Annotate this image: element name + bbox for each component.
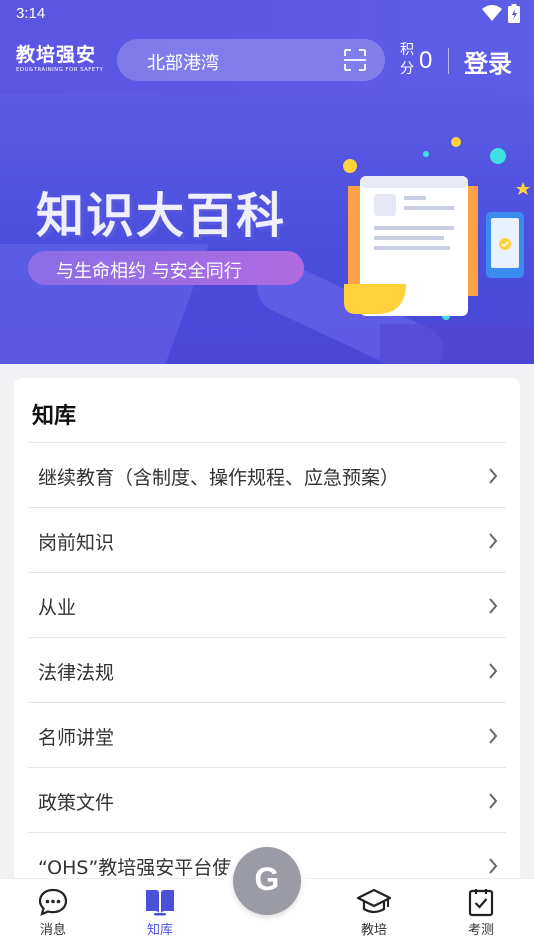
banner-title: 知识大百科: [36, 188, 287, 244]
list-item-label: 法律法规: [38, 662, 115, 684]
nav-label: 知库: [146, 923, 173, 938]
list-item-label: 政策文件: [38, 792, 115, 814]
logo-text: 教培强安: [16, 44, 97, 66]
nav-label: 考测: [467, 923, 494, 938]
list-item-laws-regulations[interactable]: 法律法规: [28, 638, 506, 703]
status-time: 3:14: [16, 5, 46, 22]
list-item-master-lectures[interactable]: 名师讲堂: [28, 703, 506, 768]
banner-slogan-text: 与生命相约 与安全同行: [56, 261, 242, 282]
list-item-employment[interactable]: 从业: [28, 573, 506, 638]
location-search-bar[interactable]: 北部港湾: [117, 39, 385, 81]
logo-subtext: EDU&TRAINING FOR SAFETY: [16, 67, 104, 73]
battery-icon: [508, 4, 520, 23]
knowledge-list: 继续教育（含制度、操作规程、应急预案） 岗前知识 从业 法律法规 名师讲堂 政策…: [28, 443, 506, 898]
points-label: 积分: [400, 42, 414, 77]
nav-label: 消息: [39, 923, 66, 938]
nav-item-messages[interactable]: 消息: [23, 887, 83, 938]
chevron-right-icon: [489, 468, 498, 484]
wifi-icon: [482, 5, 502, 21]
banner-slogan: 与生命相约 与安全同行: [28, 251, 304, 285]
chevron-right-icon: [489, 533, 498, 549]
list-item-continuing-education[interactable]: 继续教育（含制度、操作规程、应急预案）: [28, 443, 506, 508]
top-header: 3:14 教培强安 EDU&TRAINING FOR SAFETY 北部港湾 积…: [0, 0, 534, 94]
list-item-policy-documents[interactable]: 政策文件: [28, 768, 506, 833]
status-bar: 3:14: [0, 0, 534, 28]
list-item-pre-job-knowledge[interactable]: 岗前知识: [28, 508, 506, 573]
knowledge-heading: 知库: [32, 403, 77, 429]
clipboard-check-icon: [468, 889, 494, 917]
login-button[interactable]: 登录: [464, 44, 512, 79]
list-item-label: 从业: [38, 597, 77, 619]
chevron-right-icon: [489, 663, 498, 679]
message-icon: [38, 888, 68, 916]
list-item-label: 名师讲堂: [38, 727, 115, 749]
nav-item-training[interactable]: 教培: [344, 887, 404, 938]
nav-label: 教培: [360, 923, 387, 938]
points-value: 0: [419, 47, 433, 74]
header-divider: [448, 48, 449, 74]
search-location-text: 北部港湾: [147, 53, 219, 74]
nav-item-exams[interactable]: 考测: [451, 887, 511, 938]
graduation-cap-icon: [356, 888, 392, 914]
nav-item-knowledge[interactable]: 知库: [130, 887, 190, 938]
scan-icon[interactable]: [343, 48, 367, 72]
book-icon: [146, 890, 174, 916]
banner[interactable]: 知识大百科 与生命相约 与安全同行: [0, 94, 534, 364]
document-illustration: [343, 137, 530, 320]
fab-label: G: [254, 861, 280, 897]
chevron-right-icon: [489, 598, 498, 614]
chevron-right-icon: [489, 728, 498, 744]
chevron-right-icon: [489, 858, 498, 874]
list-item-label: 继续教育（含制度、操作规程、应急预案）: [38, 467, 400, 489]
center-fab-button[interactable]: G: [233, 847, 301, 915]
list-item-label: 岗前知识: [38, 532, 115, 554]
chevron-right-icon: [489, 793, 498, 809]
app-logo: 教培强安 EDU&TRAINING FOR SAFETY: [16, 44, 108, 73]
